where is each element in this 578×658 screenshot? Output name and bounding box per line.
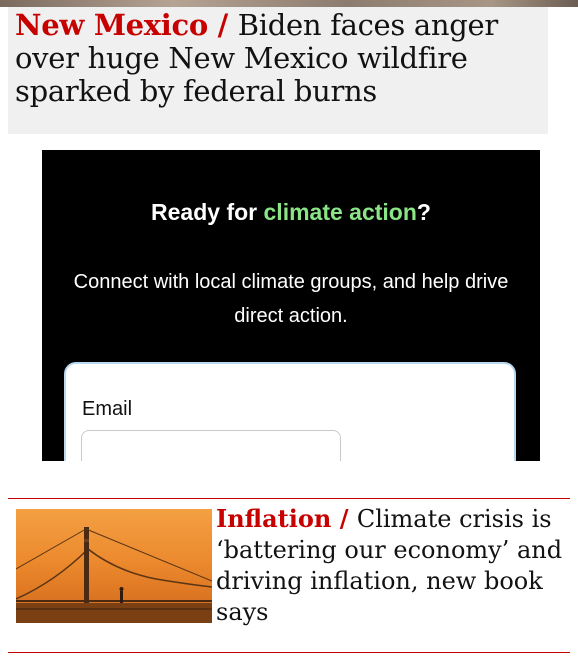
signup-title-prefix: Ready for xyxy=(151,199,264,225)
signup-form: Email xyxy=(64,362,516,461)
section-divider xyxy=(8,652,570,653)
climate-action-signup: Ready for climate action? Connect with l… xyxy=(42,150,540,461)
bridge-photo-icon xyxy=(16,527,212,623)
kicker-separator: / xyxy=(207,8,238,42)
story-headline[interactable]: New Mexico / Biden faces anger over huge… xyxy=(15,9,543,108)
signup-title-suffix: ? xyxy=(416,199,431,225)
signup-title: Ready for climate action? xyxy=(42,199,540,226)
story-card-inflation[interactable]: Inflation / Climate crisis is ‘battering… xyxy=(8,498,570,639)
story-headline[interactable]: Inflation / Climate crisis is ‘battering… xyxy=(216,503,568,628)
email-label: Email xyxy=(82,398,133,420)
signup-description: Connect with local climate groups, and h… xyxy=(73,271,509,327)
story-kicker: New Mexico xyxy=(15,8,208,42)
story-card-new-mexico[interactable]: New Mexico / Biden faces anger over huge… xyxy=(8,7,548,134)
email-field[interactable] xyxy=(81,430,341,461)
kicker-separator: / xyxy=(331,504,357,533)
story-kicker: Inflation xyxy=(216,504,332,533)
previous-story-image-strip xyxy=(0,0,578,7)
signup-title-accent: climate action xyxy=(263,199,417,225)
story-thumbnail[interactable] xyxy=(16,509,212,623)
